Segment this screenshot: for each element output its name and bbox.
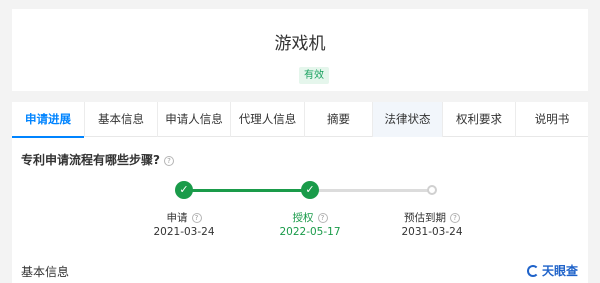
tab-bar: 申请进展 基本信息 申请人信息 代理人信息 摘要 法律状态 权利要求 说明书 xyxy=(12,102,588,138)
section-title: 基本信息 xyxy=(21,265,70,279)
question-circle-icon[interactable]: ? xyxy=(191,213,202,223)
step-apply-date: 2021-03-24 xyxy=(153,226,215,238)
tab-legal-status[interactable]: 法律状态 xyxy=(373,102,443,137)
tab-description[interactable]: 说明书 xyxy=(516,102,588,137)
brand-name: 天眼查 xyxy=(541,264,578,278)
step-expiry-date: 2031-03-24 xyxy=(401,226,463,238)
step-label-text: 授权 xyxy=(292,212,314,224)
tab-abstract[interactable]: 摘要 xyxy=(305,102,373,137)
step-expiry-label: 预估到期? xyxy=(392,210,472,225)
tab-agent-info[interactable]: 代理人信息 xyxy=(231,102,305,137)
header-card: 游戏机 有效 xyxy=(12,9,588,91)
brand-logo-icon xyxy=(526,264,539,277)
step-label-text: 预估到期 xyxy=(404,212,446,224)
page-title: 游戏机 xyxy=(274,34,326,54)
tab-applicant-info[interactable]: 申请人信息 xyxy=(158,102,231,137)
check-icon: ✓ xyxy=(175,181,193,199)
question-circle-icon[interactable]: ? xyxy=(163,155,174,166)
step-apply-label: 申请? xyxy=(144,210,224,225)
main-card: 申请进展 基本信息 申请人信息 代理人信息 摘要 法律状态 权利要求 说明书 专… xyxy=(12,102,588,283)
tab-progress[interactable]: 申请进展 xyxy=(12,102,85,138)
progress-track-pending xyxy=(310,189,432,192)
question-circle-icon[interactable]: ? xyxy=(317,213,328,223)
step-grant-label: 授权? xyxy=(270,210,350,225)
step-label-text: 申请 xyxy=(166,212,188,224)
progress-track-done xyxy=(184,189,310,192)
tab-claims[interactable]: 权利要求 xyxy=(443,102,516,137)
question-circle-icon[interactable]: ? xyxy=(450,213,460,223)
pending-step-dot xyxy=(427,185,437,195)
check-icon: ✓ xyxy=(301,181,319,199)
progress-question: 专利申请流程有哪些步骤?? xyxy=(21,151,174,168)
status-badge: 有效 xyxy=(299,67,329,84)
step-grant-date: 2022-05-17 xyxy=(279,226,341,238)
brand-logo: 天眼查 xyxy=(526,262,578,279)
progress-question-text: 专利申请流程有哪些步骤? xyxy=(21,153,160,167)
tab-basic-info[interactable]: 基本信息 xyxy=(85,102,158,137)
